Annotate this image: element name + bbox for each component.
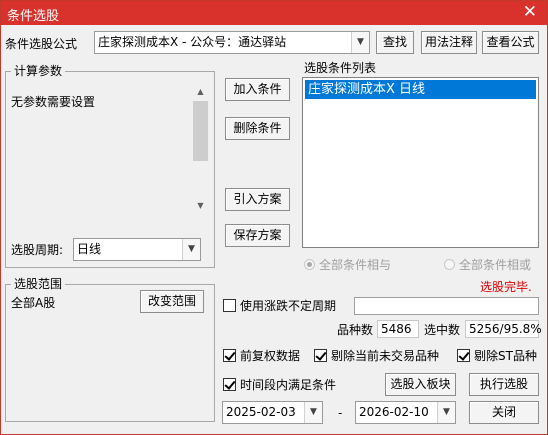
condition-list-item[interactable]: 庄家探测成本X 日线 xyxy=(305,80,536,99)
date-separator: - xyxy=(338,406,343,420)
period-label: 选股周期: xyxy=(11,243,64,257)
params-scrollbar[interactable]: ▲ ▼ xyxy=(192,85,209,213)
forward-adjust-checkbox[interactable]: 前复权数据 xyxy=(223,349,300,363)
condition-stock-window: 条件选股 ✕ 条件选股公式 庄家探测成本X - 公众号：通达驿站 ▼ 查找 用法… xyxy=(0,0,548,435)
window-title: 条件选股 xyxy=(7,9,60,24)
formula-select[interactable]: 庄家探测成本X - 公众号：通达驿站 ▼ xyxy=(94,31,370,54)
forward-adjust-label: 前复权数据 xyxy=(240,349,301,363)
selected-value: 5256/95.8% xyxy=(465,320,542,338)
end-date-picker[interactable]: 2026-02-10 ▼ xyxy=(355,401,456,424)
end-date-value: 2026-02-10 xyxy=(359,405,429,419)
selected-label: 选中数 xyxy=(424,323,461,337)
params-group-title: 计算参数 xyxy=(11,64,66,78)
period-select[interactable]: 日线 ▼ xyxy=(73,238,201,261)
no-params-text: 无参数需要设置 xyxy=(11,95,96,109)
usage-button[interactable]: 用法注释 xyxy=(421,31,477,54)
exclude-st-checkbox[interactable]: 剔除ST品种 xyxy=(457,349,537,363)
add-to-block-button[interactable]: 选股入板块 xyxy=(385,373,456,396)
chevron-down-icon[interactable]: ▼ xyxy=(351,32,369,53)
time-range-checkbox[interactable]: 时间段内满足条件 xyxy=(223,378,336,392)
start-date-picker[interactable]: 2025-02-03 ▼ xyxy=(222,401,323,424)
title-bar: 条件选股 ✕ xyxy=(1,1,547,25)
checkbox-on-icon xyxy=(457,349,470,362)
count-value: 5486 xyxy=(377,320,419,338)
execute-button[interactable]: 执行选股 xyxy=(469,373,539,396)
radio-off-icon xyxy=(444,259,455,270)
close-icon[interactable]: ✕ xyxy=(523,2,537,22)
all-and-radio[interactable]: 全部条件相与 xyxy=(304,258,391,272)
count-label: 品种数 xyxy=(337,323,374,337)
radio-on-icon xyxy=(304,259,315,270)
checkbox-on-icon xyxy=(223,378,236,391)
change-scope-button[interactable]: 改变范围 xyxy=(140,290,204,313)
checkbox-on-icon xyxy=(314,349,327,362)
view-formula-button[interactable]: 查看公式 xyxy=(482,31,539,54)
variable-period-checkbox[interactable]: 使用涨跌不定周期 xyxy=(223,299,336,313)
checkbox-off-icon xyxy=(223,299,236,312)
chevron-down-icon[interactable]: ▼ xyxy=(437,402,455,423)
variable-period-input[interactable] xyxy=(354,297,539,315)
find-button[interactable]: 查找 xyxy=(376,31,414,54)
all-or-radio[interactable]: 全部条件相或 xyxy=(444,258,531,272)
formula-label: 条件选股公式 xyxy=(5,37,78,51)
condition-list-title: 选股条件列表 xyxy=(304,61,377,75)
all-and-label: 全部条件相与 xyxy=(319,258,392,272)
import-plan-button[interactable]: 引入方案 xyxy=(225,188,290,211)
save-plan-button[interactable]: 保存方案 xyxy=(225,224,290,247)
scope-group-title: 选股范围 xyxy=(11,277,66,291)
scroll-thumb[interactable] xyxy=(193,101,208,161)
period-select-value: 日线 xyxy=(77,242,102,256)
delete-condition-button[interactable]: 删除条件 xyxy=(225,117,290,140)
chevron-down-icon[interactable]: ▼ xyxy=(304,402,322,423)
exclude-st-label: 剔除ST品种 xyxy=(474,349,537,363)
scroll-up-icon[interactable]: ▲ xyxy=(192,85,209,99)
chevron-down-icon[interactable]: ▼ xyxy=(182,239,200,260)
close-button[interactable]: 关闭 xyxy=(469,401,539,424)
all-or-label: 全部条件相或 xyxy=(459,258,532,272)
scroll-down-icon[interactable]: ▼ xyxy=(192,199,209,213)
condition-list[interactable]: 庄家探测成本X 日线 xyxy=(302,77,539,248)
start-date-value: 2025-02-03 xyxy=(226,405,296,419)
scope-value: 全部A股 xyxy=(11,296,56,310)
time-range-label: 时间段内满足条件 xyxy=(240,378,337,392)
add-condition-button[interactable]: 加入条件 xyxy=(225,78,290,101)
status-text: 选股完毕. xyxy=(480,280,532,294)
variable-period-label: 使用涨跌不定周期 xyxy=(240,299,337,313)
checkbox-on-icon xyxy=(223,349,236,362)
exclude-untraded-label: 剔除当前未交易品种 xyxy=(331,349,440,363)
exclude-untraded-checkbox[interactable]: 剔除当前未交易品种 xyxy=(314,349,439,363)
formula-select-value: 庄家探测成本X - 公众号：通达驿站 xyxy=(98,35,287,49)
